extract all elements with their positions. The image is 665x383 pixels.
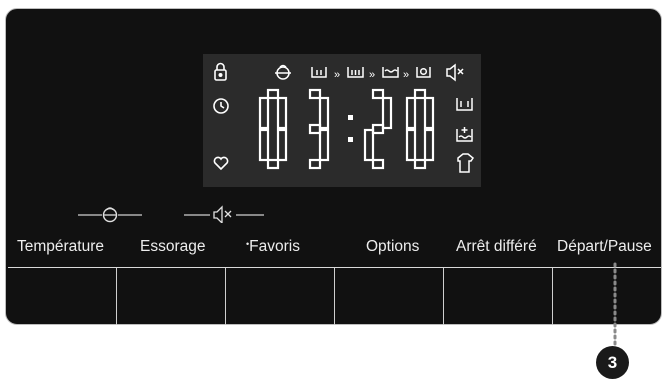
- label-options: Options: [366, 238, 420, 255]
- spin-icon: [416, 67, 431, 78]
- options-button[interactable]: [335, 268, 444, 325]
- shirt-icon: [457, 153, 475, 173]
- lcd-display: » » »: [203, 54, 481, 187]
- segment-d: [266, 158, 280, 170]
- segment-g: [308, 123, 322, 135]
- label-essorage: Essorage: [140, 238, 206, 255]
- time-colon: [348, 115, 353, 142]
- callout-number-badge: 3: [596, 346, 629, 379]
- digit-4: [405, 88, 435, 170]
- segment-d: [413, 158, 427, 170]
- rinse-basin-icon: [382, 67, 399, 78]
- favoris-text: Favoris: [249, 238, 300, 255]
- segment-e: [258, 128, 270, 162]
- child-face-icon: [275, 64, 291, 80]
- segment-c: [423, 128, 435, 162]
- arret-differe-button[interactable]: [444, 268, 553, 325]
- segment-d: [308, 158, 322, 170]
- segment-e: [405, 128, 417, 162]
- label-depart-pause: Départ/Pause: [557, 238, 652, 255]
- temperature-button[interactable]: [8, 268, 117, 325]
- basin-icon: [456, 98, 473, 111]
- lcd-screen: » » »: [213, 62, 475, 173]
- digit-3: [363, 88, 393, 170]
- lock-icon: [214, 62, 227, 81]
- segment-f: [405, 96, 417, 130]
- segment-a: [413, 88, 427, 100]
- button-labels: Température Essorage •Favoris Options Ar…: [0, 238, 665, 260]
- extra-rinse-icon: [456, 127, 473, 142]
- segment-a: [371, 88, 385, 100]
- segment-b: [381, 96, 393, 130]
- label-arret-differe: Arrêt différé: [456, 238, 537, 255]
- heart-icon: [213, 156, 229, 171]
- depart-pause-button[interactable]: [553, 268, 661, 325]
- label-favoris: •Favoris: [246, 238, 300, 256]
- segment-c: [276, 128, 288, 162]
- segment-c: [318, 128, 330, 162]
- callout-leader: [613, 262, 617, 348]
- prewash-basin-icon: [311, 67, 327, 78]
- segment-f: [258, 96, 270, 130]
- segment-b: [318, 96, 330, 130]
- separator-arrow: »: [334, 69, 340, 81]
- child-lock-icon: [78, 207, 142, 223]
- essorage-button[interactable]: [117, 268, 226, 325]
- segment-b: [276, 96, 288, 130]
- digit-1: [258, 88, 288, 170]
- label-temperature: Température: [17, 238, 105, 255]
- button-row: [8, 267, 661, 325]
- digit-2: [308, 88, 330, 170]
- clock-icon: [213, 98, 229, 114]
- segment-g: [371, 123, 385, 135]
- segment-b: [423, 96, 435, 130]
- segment-a: [266, 88, 280, 100]
- favoris-button[interactable]: [226, 268, 335, 325]
- separator-arrow: »: [369, 69, 375, 81]
- wash-basin-icon: [347, 67, 364, 78]
- segment-e: [363, 128, 375, 162]
- time-readout: [258, 88, 435, 170]
- mute-speaker-icon: [446, 63, 464, 82]
- separator-arrow: »: [403, 69, 409, 81]
- mute-icon: [184, 205, 264, 223]
- segment-a: [308, 88, 322, 100]
- segment-d: [371, 158, 385, 170]
